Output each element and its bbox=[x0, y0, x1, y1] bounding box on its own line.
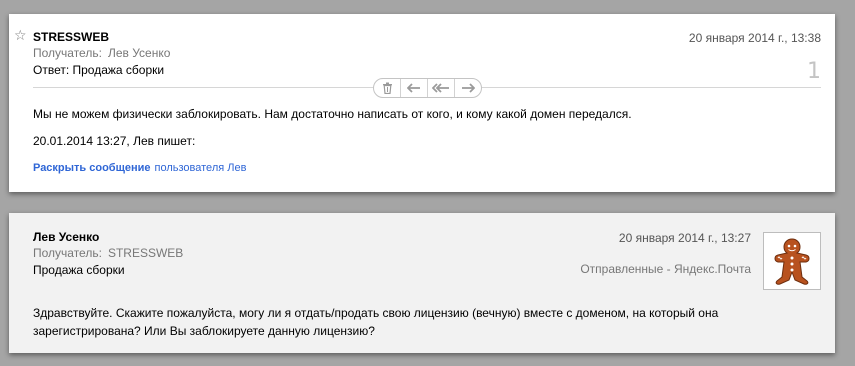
message-card-original[interactable]: Лев Усенко Получатель: STRESSWEB Продажа … bbox=[9, 213, 835, 353]
message-card-reply[interactable]: ☆ STRESSWEB Получатель: Лев Усенко Ответ:… bbox=[9, 14, 835, 192]
recipient-row: Получатель: Лев Усенко bbox=[33, 46, 170, 60]
forward-icon[interactable] bbox=[455, 79, 481, 97]
message-body-line-2: зарегистрирована? Или Вы заблокируете да… bbox=[33, 324, 375, 338]
message-date: 20 января 2014 г., 13:38 bbox=[688, 31, 821, 45]
recipient-name: Лев Усенко bbox=[107, 46, 171, 60]
recipient-label: Получатель: bbox=[33, 246, 102, 260]
expand-message-row: Раскрыть сообщение пользователя Лев bbox=[33, 162, 246, 174]
expand-message-link[interactable]: Раскрыть сообщение bbox=[33, 162, 151, 174]
message-body-text: Мы не можем физически заблокировать. Нам… bbox=[33, 107, 632, 121]
thread-count: 1 bbox=[807, 59, 821, 84]
quote-header: 20.01.2014 13:27, Лев пишет: bbox=[33, 134, 196, 148]
recipient-row: Получатель: STRESSWEB bbox=[33, 246, 183, 260]
recipient-name: STRESSWEB bbox=[107, 246, 184, 260]
recipient-label: Получатель: bbox=[33, 46, 102, 60]
reply-all-icon[interactable] bbox=[428, 79, 455, 97]
mailbox-folder: Отправленные - Яндекс.Почта bbox=[580, 262, 751, 276]
sender-name: Лев Усенко bbox=[33, 230, 100, 244]
star-icon[interactable]: ☆ bbox=[14, 29, 28, 43]
message-action-toolbar bbox=[373, 78, 482, 98]
message-subject: Продажа сборки bbox=[33, 263, 125, 277]
avatar bbox=[763, 232, 821, 290]
message-date: 20 января 2014 г., 13:27 bbox=[618, 231, 751, 245]
reply-icon[interactable] bbox=[401, 79, 428, 97]
sender-name: STRESSWEB bbox=[33, 30, 110, 44]
message-body-line-1: Здравствуйте. Скажите пожалуйста, могу л… bbox=[33, 306, 719, 320]
message-subject: Ответ: Продажа сборки bbox=[33, 63, 165, 77]
trash-icon[interactable] bbox=[374, 79, 401, 97]
expand-message-author: пользователя Лев bbox=[154, 162, 247, 174]
gingerbread-man-icon bbox=[774, 238, 810, 285]
